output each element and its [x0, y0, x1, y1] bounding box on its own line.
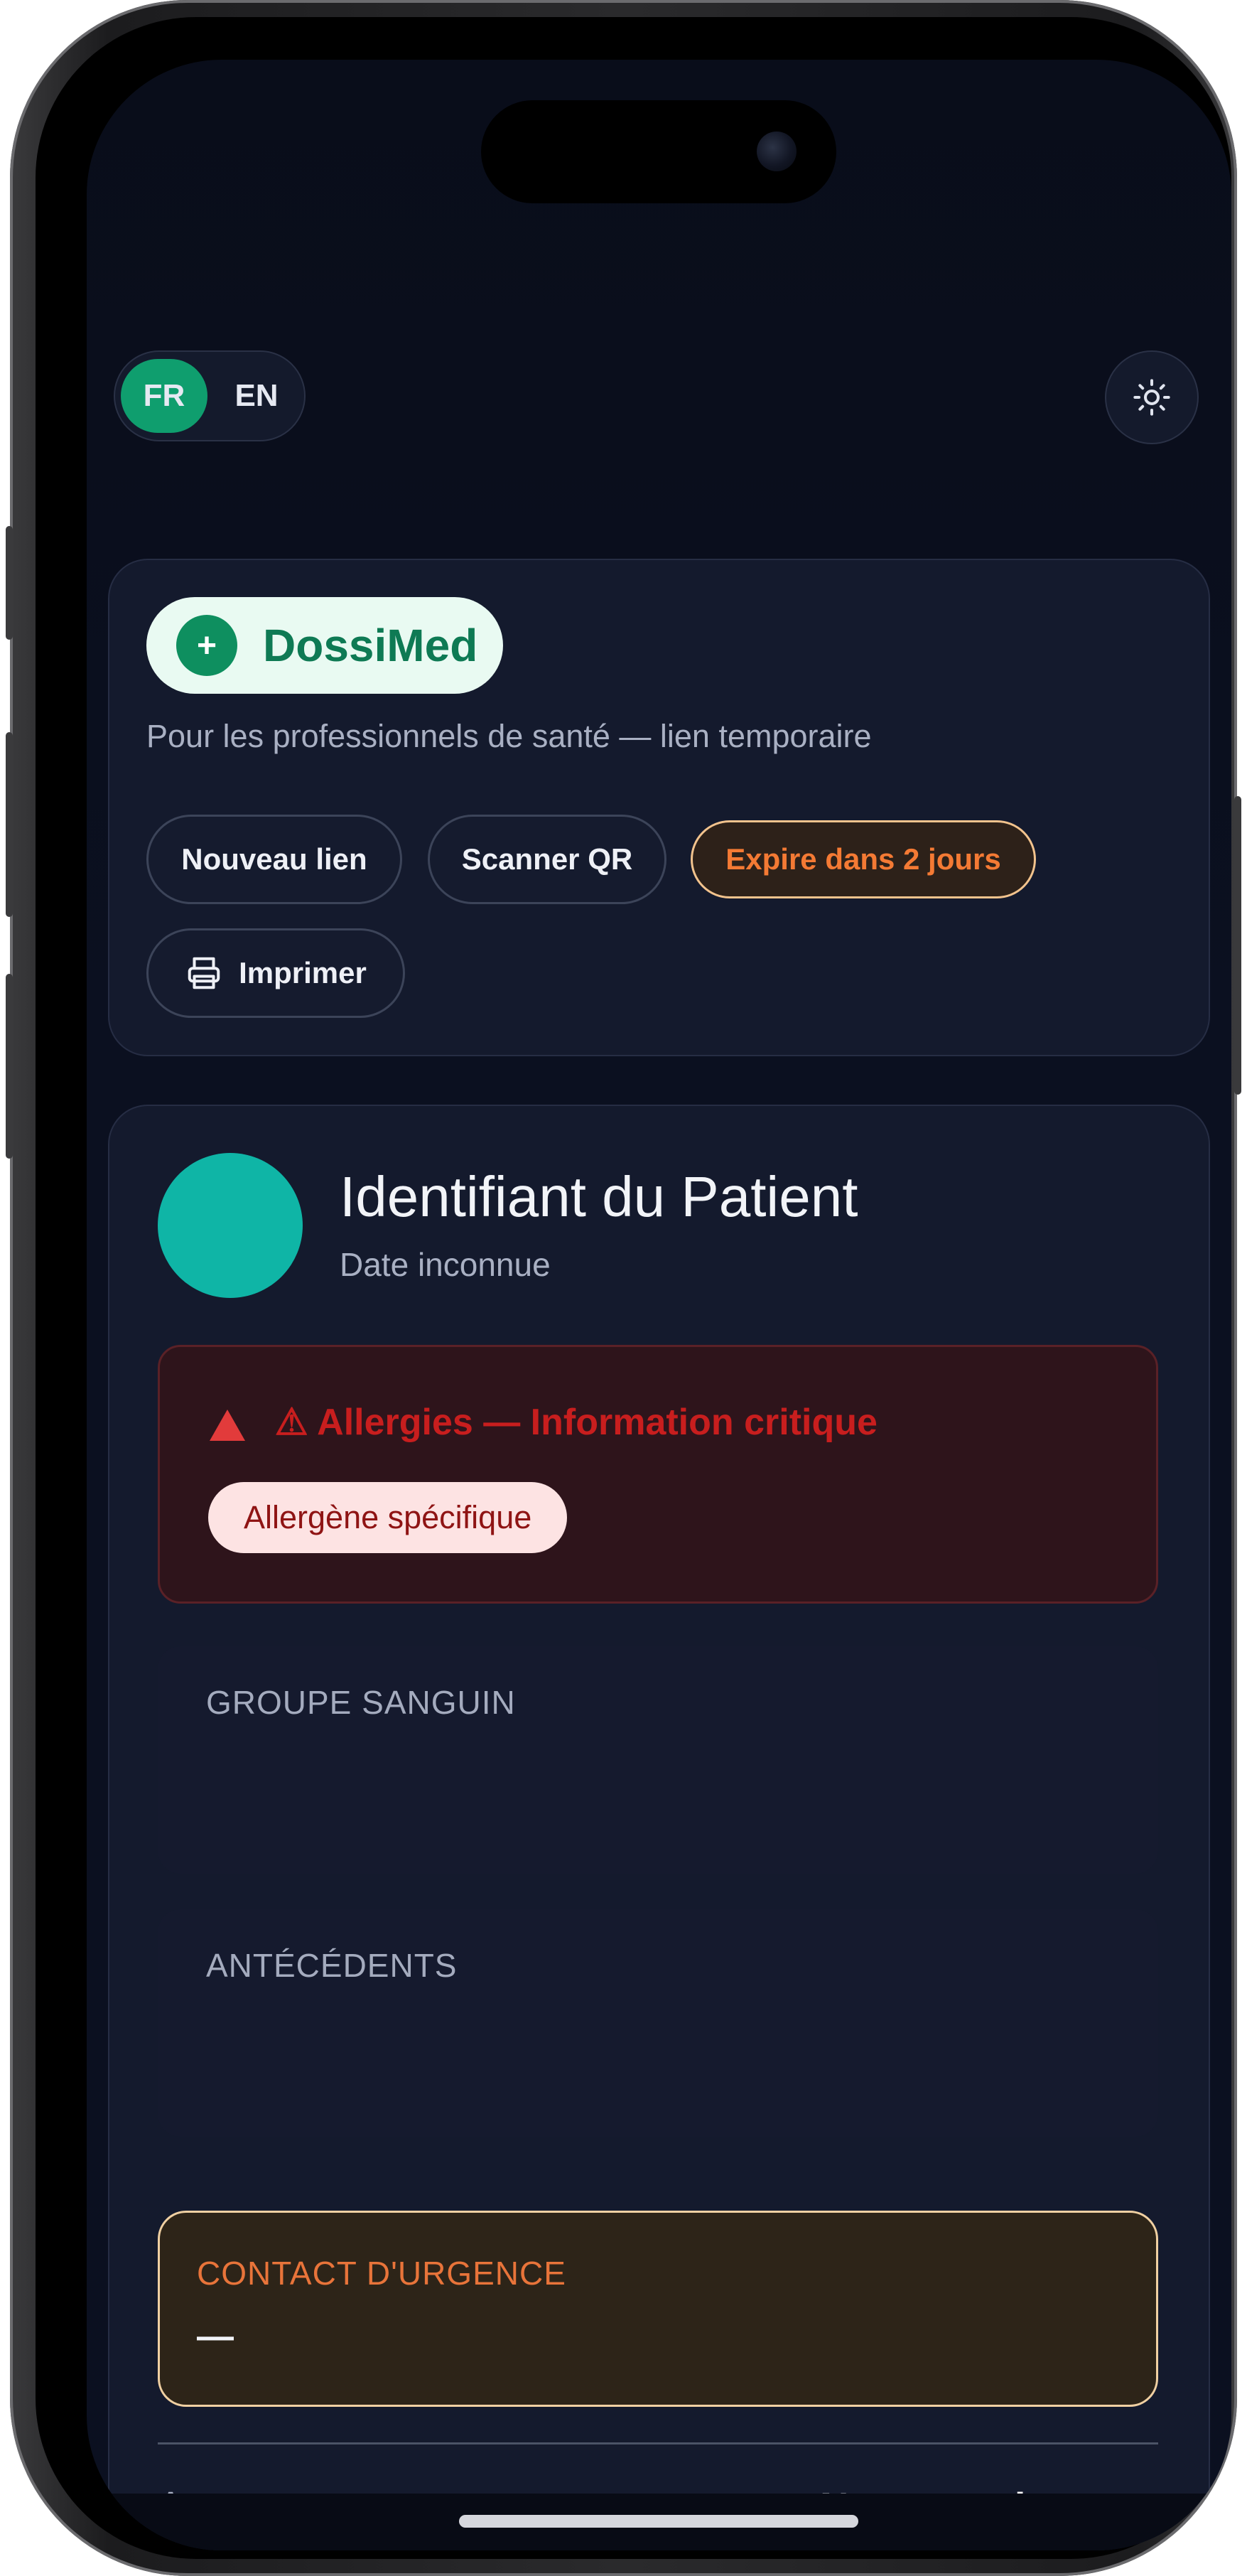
printer-icon: [188, 957, 220, 989]
plus-icon: +: [176, 615, 237, 676]
volume-up-button: [6, 732, 13, 917]
home-indicator[interactable]: [459, 2515, 858, 2528]
warning-triangle-icon: [210, 1410, 245, 1441]
bezel: FR EN + DossiMed Pour les professionnels…: [36, 17, 1231, 2559]
dynamic-island: [481, 100, 836, 203]
print-button[interactable]: Imprimer: [146, 928, 405, 1018]
patient-name: Identifiant du Patient: [340, 1165, 858, 1228]
emergency-contact-label: CONTACT D'URGENCE: [197, 2255, 566, 2292]
patient-date: Date inconnue: [340, 1246, 551, 1283]
action-button: [6, 526, 13, 640]
emergency-contact-section: CONTACT D'URGENCE —: [158, 2211, 1158, 2407]
volume-down-button: [6, 974, 13, 1159]
patient-card: Identifiant du Patient Date inconnue ⚠ A…: [108, 1105, 1210, 2550]
brand-name: DossiMed: [263, 620, 478, 671]
blood-group-label: GROUPE SANGUIN: [206, 1684, 516, 1721]
scan-qr-button[interactable]: Scanner QR: [428, 815, 666, 904]
expiry-badge: Expire dans 2 jours: [691, 820, 1036, 898]
allergy-chip: Allergène spécifique: [208, 1482, 568, 1553]
camera-icon: [757, 132, 797, 171]
sun-icon: [1133, 379, 1170, 416]
allergy-title: ⚠ Allergies — Information critique: [275, 1402, 878, 1443]
blood-group-section: GROUPE SANGUIN: [158, 1646, 1158, 1874]
lang-en-button[interactable]: EN: [213, 359, 300, 433]
divider: [158, 2442, 1158, 2444]
new-link-button[interactable]: Nouveau lien: [146, 815, 402, 904]
phone-frame: FR EN + DossiMed Pour les professionnels…: [6, 0, 1241, 2576]
history-section: ANTÉCÉDENTS: [158, 1909, 1158, 2137]
brand-badge: + DossiMed: [146, 597, 503, 694]
doctor-toolbar-card: + DossiMed Pour les professionnels de sa…: [108, 559, 1210, 1056]
avatar: [158, 1153, 303, 1298]
language-switch[interactable]: FR EN: [114, 350, 306, 441]
allergy-alert: ⚠ Allergies — Information critique Aller…: [158, 1345, 1158, 1604]
theme-toggle-button[interactable]: [1105, 350, 1199, 444]
power-button: [1234, 796, 1241, 1095]
brand-subtitle: Pour les professionnels de santé — lien …: [146, 718, 872, 754]
history-label: ANTÉCÉDENTS: [206, 1947, 458, 1984]
emergency-contact-value: —: [197, 2316, 234, 2357]
lang-fr-button[interactable]: FR: [121, 359, 207, 433]
screen: FR EN + DossiMed Pour les professionnels…: [87, 60, 1231, 2550]
print-label: Imprimer: [239, 956, 367, 989]
